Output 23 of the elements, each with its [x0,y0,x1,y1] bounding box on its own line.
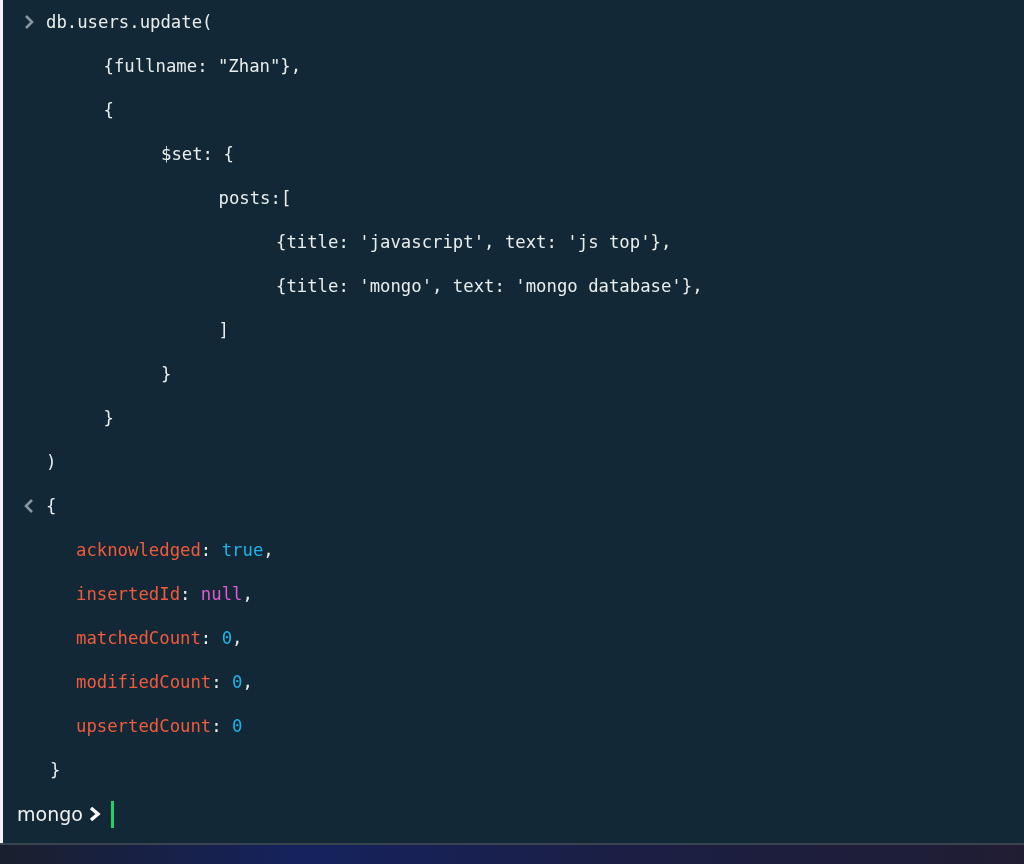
code-line: ] [218,320,229,340]
code-line: acknowledged: true, [76,540,274,560]
code-line: } [103,408,114,428]
code-line: insertedId: null, [76,584,253,604]
text-cursor [110,800,114,828]
prompt-label: mongo [17,803,83,825]
code-line: modifiedCount: 0, [76,672,253,692]
code-line: upsertedCount: 0 [76,716,243,736]
code-line: {title: 'javascript', text: 'js top'}, [276,232,672,252]
code-line: { [103,100,114,120]
code-line: $set: { [161,144,234,164]
code-line: { [46,496,57,516]
chevron-left-icon [24,499,34,513]
chevron-right-icon [24,15,34,29]
code-line: db.users.update( [46,12,213,32]
code-line: ) [46,452,57,472]
code-line: {title: 'mongo', text: 'mongo database'}, [276,276,703,296]
chevron-right-icon [88,806,101,822]
code-line: matchedCount: 0, [76,628,243,648]
code-line: } [50,760,61,780]
code-line: {fullname: "Zhan"}, [103,56,302,76]
code-line: } [161,364,172,384]
code-line: posts:[ [218,188,292,208]
